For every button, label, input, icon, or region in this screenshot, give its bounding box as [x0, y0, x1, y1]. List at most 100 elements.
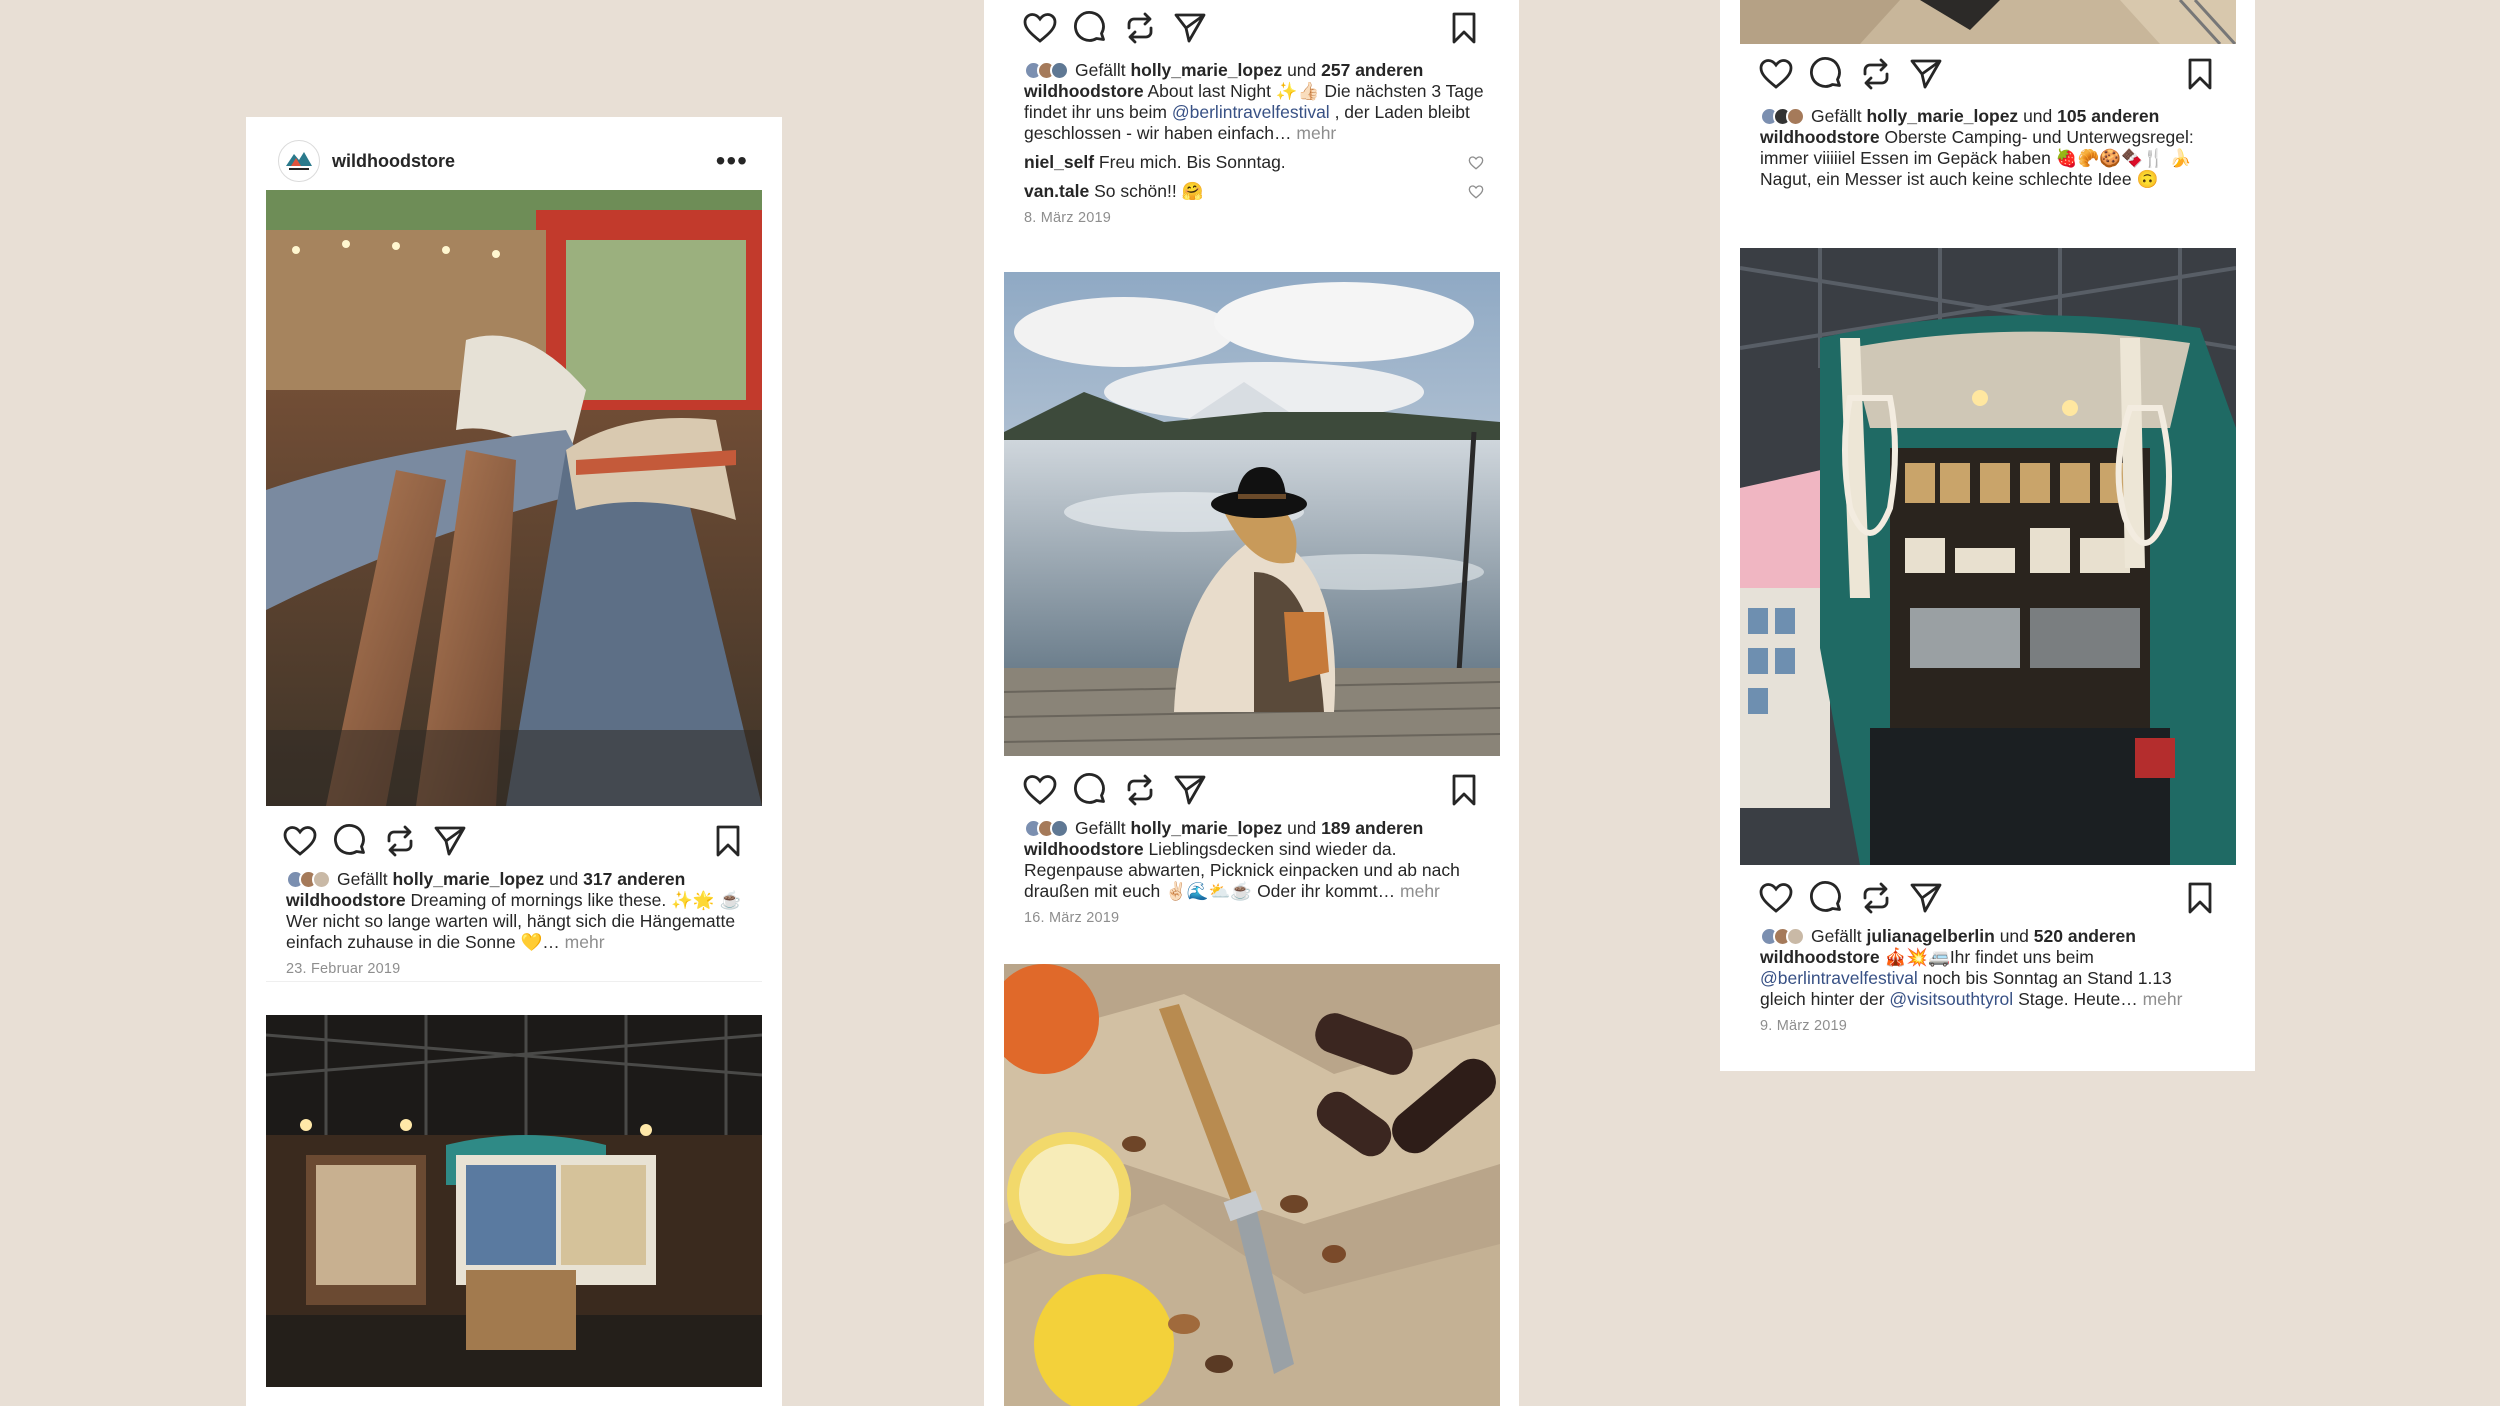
- likes-count[interactable]: 105 anderen: [2057, 106, 2159, 127]
- heart-icon[interactable]: [1022, 10, 1058, 46]
- comment-icon[interactable]: [1072, 772, 1108, 808]
- likes-line: Gefällt holly_marie_lopez und 189 andere…: [1024, 818, 1484, 839]
- likes-count[interactable]: 189 anderen: [1321, 818, 1423, 839]
- liker-username[interactable]: holly_marie_lopez: [392, 869, 544, 890]
- likes-count[interactable]: 317 anderen: [583, 869, 685, 890]
- repost-icon[interactable]: [382, 823, 418, 859]
- comment-icon[interactable]: [1072, 10, 1108, 46]
- likes-mid: und: [1287, 60, 1317, 80]
- caption-text: wildhoodstore Dreaming of mornings like …: [286, 890, 746, 953]
- comment-row: niel_self Freu mich. Bis Sonntag.: [1024, 152, 1484, 173]
- comment-heart-icon[interactable]: [1468, 155, 1484, 171]
- comment-icon[interactable]: [1808, 880, 1844, 916]
- repost-icon[interactable]: [1122, 10, 1158, 46]
- comment-user[interactable]: van.tale: [1024, 181, 1089, 201]
- post-date: 8. März 2019: [1024, 210, 1112, 226]
- likes-line: Gefällt julianagelberlin und 520 anderen: [1760, 926, 2220, 947]
- mention-link[interactable]: @berlintravelfestival: [1760, 968, 1918, 988]
- post-photo-previous[interactable]: [1740, 0, 2236, 44]
- post-card-right: Gefällt holly_marie_lopez und 105 andere…: [1720, 0, 2255, 1071]
- post-actions: [1758, 56, 2218, 92]
- liker-avatars: [286, 870, 331, 889]
- send-icon[interactable]: [432, 823, 468, 859]
- repost-icon[interactable]: [1858, 56, 1894, 92]
- caption-text: wildhoodstore About last Night ✨👍🏻 Die n…: [1024, 81, 1484, 144]
- post-card-left: wildhoodstore ••• Gefällt holly_marie_lo…: [246, 117, 782, 1406]
- avatar: [312, 870, 331, 889]
- post-photo-van-booth[interactable]: [1740, 248, 2236, 865]
- more-link[interactable]: mehr: [1400, 881, 1440, 901]
- likes-mid: und: [1999, 926, 2029, 946]
- post-photo-knife-snacks[interactable]: [1004, 964, 1500, 1406]
- liker-username[interactable]: julianagelberlin: [1866, 926, 1994, 947]
- send-icon[interactable]: [1908, 56, 1944, 92]
- wildhood-logo-icon: [286, 152, 312, 170]
- send-icon[interactable]: [1908, 880, 1944, 916]
- heart-icon[interactable]: [282, 823, 318, 859]
- comment-user[interactable]: niel_self: [1024, 152, 1094, 172]
- likes-line: Gefällt holly_marie_lopez und 105 andere…: [1760, 106, 2220, 127]
- post-actions: [1758, 880, 2218, 916]
- post-date: 16. März 2019: [1024, 910, 1120, 926]
- bookmark-icon[interactable]: [710, 823, 746, 859]
- bookmark-icon[interactable]: [1446, 10, 1482, 46]
- comment-icon[interactable]: [332, 823, 368, 859]
- post-photo-market-hall[interactable]: [266, 1015, 762, 1387]
- post-photo-hammock-van[interactable]: [266, 190, 762, 806]
- post-caption-block: Gefällt holly_marie_lopez und 189 andere…: [1024, 818, 1484, 929]
- bookmark-icon[interactable]: [2182, 56, 2218, 92]
- send-icon[interactable]: [1172, 10, 1208, 46]
- divider: [266, 981, 762, 982]
- caption-author[interactable]: wildhoodstore: [1760, 127, 1880, 147]
- avatar[interactable]: [278, 140, 320, 182]
- heart-icon[interactable]: [1758, 880, 1794, 916]
- liker-username[interactable]: holly_marie_lopez: [1866, 106, 2018, 127]
- repost-icon[interactable]: [1858, 880, 1894, 916]
- caption-author[interactable]: wildhoodstore: [1024, 81, 1144, 101]
- header-username[interactable]: wildhoodstore: [332, 151, 455, 172]
- liker-username[interactable]: holly_marie_lopez: [1130, 818, 1282, 839]
- heart-icon[interactable]: [1022, 772, 1058, 808]
- more-link[interactable]: mehr: [1296, 123, 1336, 143]
- more-link[interactable]: mehr: [2143, 989, 2183, 1009]
- caption-author[interactable]: wildhoodstore: [1760, 947, 1880, 967]
- repost-icon[interactable]: [1122, 772, 1158, 808]
- likes-count[interactable]: 257 anderen: [1321, 60, 1423, 81]
- post-photo-lake[interactable]: [1004, 272, 1500, 756]
- post-header: wildhoodstore •••: [278, 140, 748, 182]
- comment-heart-icon[interactable]: [1468, 184, 1484, 200]
- caption-author[interactable]: wildhoodstore: [286, 890, 406, 910]
- more-link[interactable]: mehr: [565, 932, 605, 952]
- caption-author[interactable]: wildhoodstore: [1024, 839, 1144, 859]
- comment-text: Freu mich. Bis Sonntag.: [1098, 152, 1286, 172]
- bookmark-icon[interactable]: [2182, 880, 2218, 916]
- likes-prefix: Gefällt: [1811, 926, 1862, 946]
- bookmark-icon[interactable]: [1446, 772, 1482, 808]
- more-dots-icon[interactable]: •••: [716, 147, 748, 175]
- send-icon[interactable]: [1172, 772, 1208, 808]
- mention-link[interactable]: @berlintravelfestival: [1172, 102, 1330, 122]
- avatar: [1786, 107, 1805, 126]
- liker-username[interactable]: holly_marie_lopez: [1130, 60, 1282, 81]
- caption-body: 🎪💥🚐Ihr findet uns beim: [1884, 947, 2094, 967]
- post-caption-block: Gefällt holly_marie_lopez und 257 andere…: [1024, 60, 1484, 229]
- post-date: 9. März 2019: [1760, 1018, 1848, 1034]
- post-caption-block: Gefällt holly_marie_lopez und 317 andere…: [286, 869, 746, 980]
- likes-count[interactable]: 520 anderen: [2034, 926, 2136, 947]
- comment-icon[interactable]: [1808, 56, 1844, 92]
- liker-avatars: [1024, 819, 1069, 838]
- caption-text: wildhoodstore Lieblingsdecken sind wiede…: [1024, 839, 1484, 902]
- post-card-middle: Gefällt holly_marie_lopez und 257 andere…: [984, 0, 1519, 1406]
- comment-row: van.tale So schön!! 🤗: [1024, 181, 1484, 202]
- caption-text: wildhoodstore 🎪💥🚐Ihr findet uns beim @be…: [1760, 947, 2220, 1010]
- likes-line: Gefällt holly_marie_lopez und 317 andere…: [286, 869, 746, 890]
- avatar: [1786, 927, 1805, 946]
- mention-link[interactable]: @visitsouthtyrol: [1889, 989, 2013, 1009]
- comment-text: So schön!! 🤗: [1094, 181, 1204, 201]
- post-actions: [1022, 10, 1482, 46]
- caption-text: wildhoodstore Oberste Camping- und Unter…: [1760, 127, 2220, 190]
- avatar: [1050, 819, 1069, 838]
- heart-icon[interactable]: [1758, 56, 1794, 92]
- post-actions: [1022, 772, 1482, 808]
- liker-avatars: [1760, 107, 1805, 126]
